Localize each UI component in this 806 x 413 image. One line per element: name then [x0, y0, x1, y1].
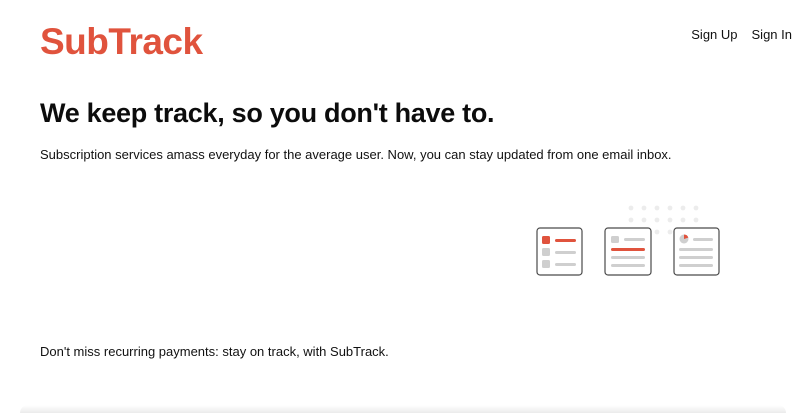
- list-card-icon: [604, 227, 652, 276]
- subtrack-logo[interactable]: SubTrack: [40, 20, 203, 64]
- checklist-cards-illustration: [530, 200, 730, 287]
- checklist-card-icon: [536, 227, 583, 276]
- bottom-panel-edge: [20, 405, 786, 413]
- sign-in-link[interactable]: Sign In: [752, 27, 792, 43]
- hero-subtitle: Subscription services amass everyday for…: [40, 147, 672, 162]
- chart-card-icon: [673, 227, 720, 276]
- sign-up-link[interactable]: Sign Up: [691, 27, 737, 43]
- top-nav: Sign Up Sign In: [691, 27, 792, 43]
- hero-headline: We keep track, so you don't have to.: [40, 98, 495, 128]
- footer-tagline: Don't miss recurring payments: stay on t…: [40, 344, 389, 359]
